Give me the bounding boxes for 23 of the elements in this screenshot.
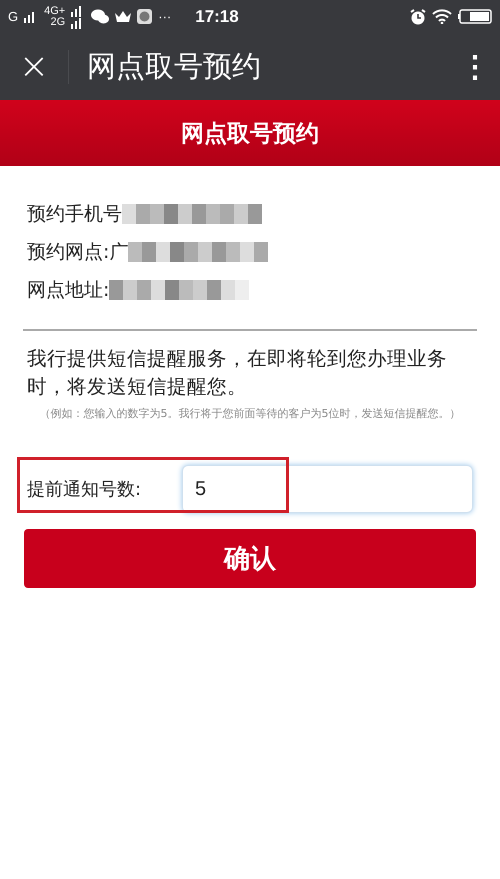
- wifi-icon: [432, 9, 452, 24]
- example-text: （例如：您输入的数字为5。我行将于您前面等待的客户为5位时，发送短信提醒您。）: [38, 407, 462, 421]
- input-field[interactable]: 5: [182, 465, 473, 513]
- detail-label: 网点地址:: [27, 278, 110, 303]
- crown-icon: [115, 11, 132, 22]
- alarm-clock-icon: [410, 8, 426, 24]
- close-button[interactable]: ×: [0, 46, 68, 87]
- app-icon: [137, 9, 152, 24]
- page-banner: 网点取号预约: [0, 100, 500, 166]
- field-label: 提前通知号数:: [27, 478, 142, 501]
- network-label: 4G+: [44, 6, 66, 16]
- chat-bubbles-icon: [91, 9, 110, 24]
- battery-icon: [458, 9, 492, 24]
- network-label: G: [8, 9, 18, 24]
- confirm-button[interactable]: 确认: [24, 529, 476, 588]
- network-label: 2G: [50, 16, 66, 28]
- more-label: ···: [158, 9, 172, 24]
- clock-time: 17:18: [195, 6, 239, 26]
- window-title: 网点取号预约: [87, 48, 262, 84]
- notice-text: 我行提供短信提醒服务，在即将轮到您办理业务时，将发送短信提醒您。: [27, 346, 448, 400]
- detail-label: 预约手机号: [27, 202, 122, 227]
- menu-button[interactable]: ⋮: [450, 48, 500, 86]
- detail-label: 预约网点:广: [27, 240, 128, 265]
